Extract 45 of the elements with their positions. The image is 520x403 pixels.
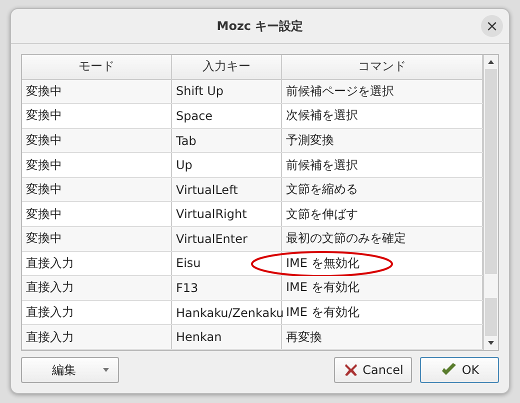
table-row[interactable]: 直接入力 Eisu IME を無効化 (22, 252, 483, 276)
table-cell: Henkan (172, 325, 282, 349)
table-cell: 変換中 (22, 80, 172, 104)
table-row[interactable]: 直接入力 Henkan 再変換 (22, 325, 483, 350)
window-title: Mozc キー設定 (216, 18, 304, 34)
caret-icon (102, 367, 110, 373)
column-header[interactable]: 入力キー (172, 55, 282, 79)
table-cell: 直接入力 (22, 276, 172, 300)
table-cell: 変換中 (22, 227, 172, 251)
table-row[interactable]: 直接入力 F13 IME を有効化 (22, 276, 483, 301)
table-cell: 直接入力 (22, 300, 172, 324)
table-cell: Eisu (172, 252, 282, 276)
table-row[interactable]: 変換中 VirtualRight 文節を伸ばす (22, 202, 483, 228)
table-cell: 変換中 (22, 153, 172, 177)
table-row[interactable]: 変換中 Shift Up 前候補ページを選択 (22, 80, 483, 104)
table-cell: Shift Up (172, 80, 282, 104)
scrollbar[interactable] (483, 55, 498, 350)
table-row[interactable]: 変換中 VirtualLeft 文節を縮める (22, 178, 483, 202)
table-cell: 変換中 (22, 128, 172, 152)
table-cell: 変換中 (22, 202, 172, 226)
edit-button[interactable]: 編集 (21, 357, 119, 383)
cancel-button[interactable]: Cancel (334, 357, 412, 383)
table-row[interactable]: 変換中 Up 前候補を選択 (22, 153, 483, 178)
table-cell: VirtualEnter (172, 227, 282, 251)
table-cell: Tab (172, 128, 282, 152)
table-row[interactable]: 変換中 Tab 予測変換 (22, 128, 483, 154)
table-cell: Space (172, 104, 282, 128)
ok-button[interactable]: OK (420, 357, 499, 383)
table-row[interactable]: 変換中 Space 次候補を選択 (22, 104, 483, 129)
check-arrow-icon (440, 362, 458, 378)
table-cell: 変換中 (22, 104, 172, 128)
table-cell: 変換中 (22, 178, 172, 202)
table-row[interactable]: 直接入力 Hankaku/Zenkaku IME を有効化 (22, 300, 483, 326)
table-cell: VirtualLeft (172, 178, 282, 202)
table-cell: 直接入力 (22, 325, 172, 349)
close-button[interactable]: × (481, 15, 503, 37)
table-cell: 直接入力 (22, 252, 172, 276)
scroll-thumb[interactable] (485, 274, 497, 298)
x-icon (342, 362, 359, 378)
column-header[interactable]: モード (22, 55, 172, 79)
table-cell: Up (172, 153, 282, 177)
table-row[interactable]: 変換中 VirtualEnter 最初の文節のみを確定 (22, 227, 483, 252)
table-cell: VirtualRight (172, 202, 282, 226)
table-cell: Hankaku/Zenkaku (172, 300, 282, 324)
table-cell: F13 (172, 276, 282, 300)
